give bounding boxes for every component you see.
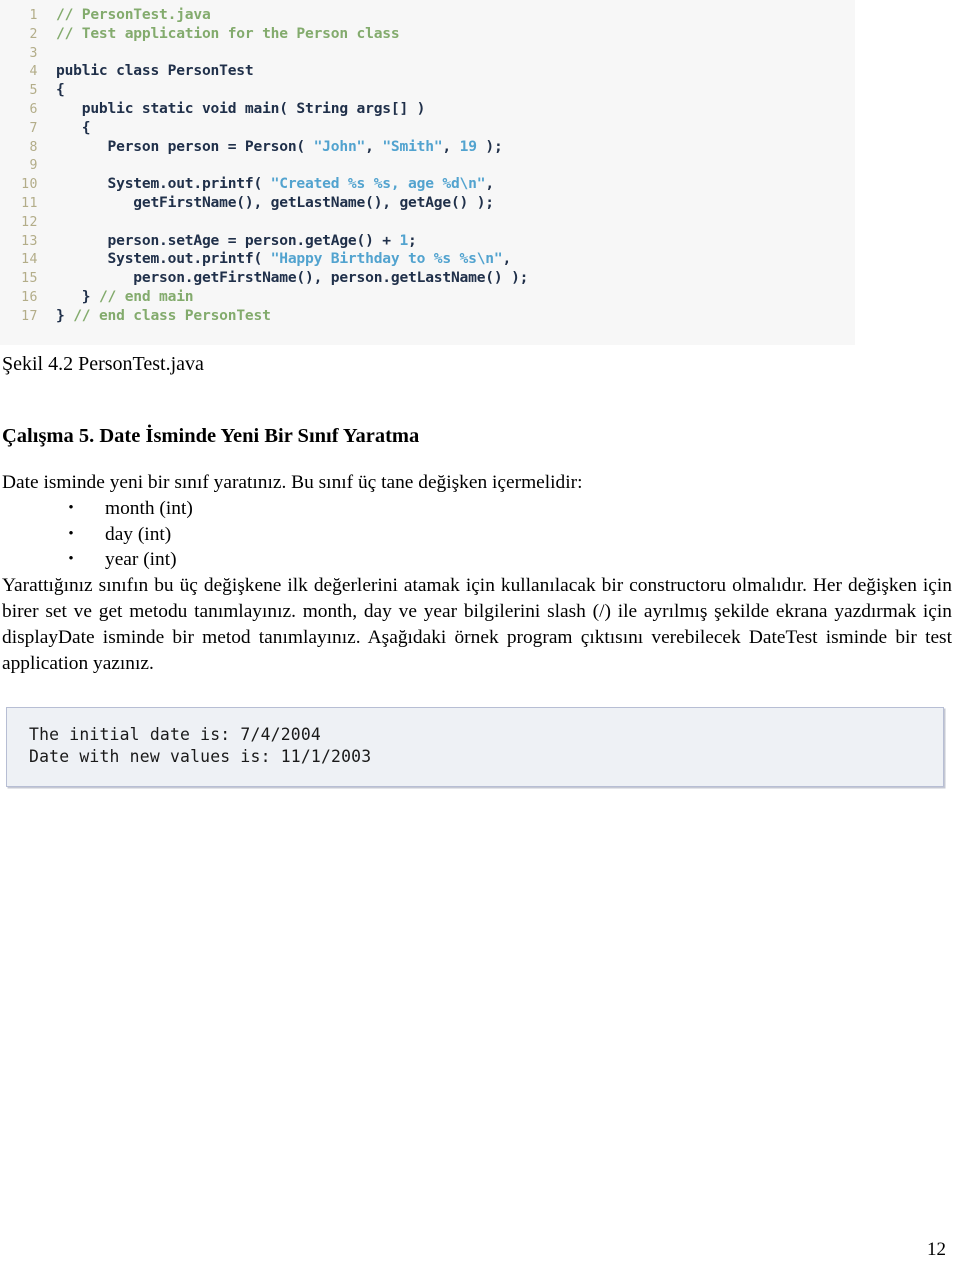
- code-line: 10 System.out.printf( "Created %s %s, ag…: [0, 175, 855, 194]
- code-line-text: } // end class PersonTest: [38, 307, 271, 326]
- code-line-text: System.out.printf( "Created %s %s, age %…: [38, 175, 495, 194]
- code-token: "John": [313, 137, 366, 155]
- program-output-line: The initial date is: 7/4/2004: [29, 725, 321, 744]
- code-token: // Test application for the Person class: [56, 24, 400, 42]
- code-line-text: // PersonTest.java: [38, 6, 211, 25]
- code-line: 6 public static void main( String args[]…: [0, 100, 855, 119]
- code-line-text: {: [38, 118, 91, 138]
- code-token: public static void main( String args[] ): [56, 99, 426, 117]
- code-token: // end main: [98, 287, 194, 305]
- code-line: 9: [0, 156, 855, 175]
- code-line-number: 10: [21, 177, 38, 193]
- code-line: 15 person.getFirstName(), person.getLast…: [0, 269, 855, 288]
- code-line-text: person.getFirstName(), person.getLastNam…: [38, 269, 528, 288]
- bullet-dot-icon: •: [68, 525, 74, 542]
- code-line-number: 13: [21, 233, 38, 249]
- code-line: 17} // end class PersonTest: [0, 307, 855, 326]
- list-item-label: day (int): [105, 523, 172, 545]
- code-token: System.out.printf(: [56, 250, 271, 268]
- code-token: 1: [399, 231, 409, 249]
- code-line-number: 17: [21, 308, 38, 324]
- code-line-number: 2: [29, 26, 38, 42]
- code-token: Person person = Person(: [56, 137, 314, 155]
- bullet-dot-icon: •: [68, 499, 74, 516]
- code-line: 11 getFirstName(), getLastName(), getAge…: [0, 194, 855, 213]
- code-token: {: [56, 118, 91, 136]
- code-token: }: [56, 306, 74, 324]
- code-line-number: 12: [21, 214, 38, 230]
- code-line-number: 5: [29, 83, 38, 99]
- code-line: 5{: [0, 81, 855, 100]
- code-token: person.setAge = person.getAge() +: [56, 231, 400, 249]
- code-line-text: person.setAge = person.getAge() + 1;: [38, 232, 417, 251]
- code-line-number: 9: [29, 158, 38, 174]
- code-line: 7 {: [0, 119, 855, 138]
- code-token: "Created %s %s, age %d\n": [270, 175, 486, 193]
- code-token: ,: [442, 137, 460, 155]
- intro-paragraph: Date isminde yeni bir sınıf yaratınız. B…: [2, 472, 583, 493]
- code-listing-figure: 1 // PersonTest.java 2 // Test application …: [0, 0, 855, 345]
- code-line-number: 7: [29, 120, 38, 136]
- code-token: 19: [459, 137, 477, 155]
- code-token: "Smith": [382, 137, 443, 155]
- code-line-text: public class PersonTest: [38, 62, 254, 81]
- code-line-number: 1: [29, 8, 38, 23]
- assignment-paragraph: Yarattığınız sınıfın bu üç değişkene ilk…: [2, 575, 952, 674]
- code-token: System.out.printf(: [56, 175, 271, 193]
- code-line-text: {: [38, 81, 65, 100]
- code-listing-lines: 1 // PersonTest.java 2 // Test application …: [0, 6, 855, 326]
- program-output-lines: The initial date is: 7/4/2004 Date with n…: [29, 724, 371, 768]
- code-token: );: [476, 137, 503, 155]
- code-line-number: 8: [29, 139, 38, 155]
- code-token: // PersonTest.java: [56, 6, 211, 23]
- code-line: 3: [0, 44, 855, 63]
- code-token: ,: [485, 175, 494, 193]
- list-item: • day (int): [2, 522, 952, 548]
- code-token: {: [56, 81, 65, 99]
- code-line: 12: [0, 213, 855, 232]
- program-output-figure: The initial date is: 7/4/2004 Date with n…: [6, 707, 944, 787]
- code-line-text: // Test application for the Person class: [38, 24, 400, 44]
- bullet-dot-icon: •: [68, 551, 74, 568]
- code-token: public class PersonTest: [56, 62, 254, 80]
- code-token: }: [56, 287, 99, 305]
- page-number: 12: [927, 1239, 946, 1260]
- code-token: "Happy Birthday to %s %s\n": [270, 250, 503, 268]
- code-line-number: 16: [21, 289, 38, 305]
- code-line: 1 // PersonTest.java: [0, 6, 855, 25]
- code-line: 13 person.setAge = person.getAge() + 1;: [0, 232, 855, 251]
- code-line-text: public static void main( String args[] ): [38, 99, 426, 119]
- code-line-number: 3: [29, 45, 38, 61]
- code-token: ;: [408, 231, 417, 249]
- code-token: person.getFirstName(), person.getLastNam…: [56, 269, 529, 287]
- code-token: ,: [502, 250, 512, 268]
- body-content: Date isminde yeni bir sınıf yaratınız. B…: [2, 470, 952, 676]
- code-line-number: 15: [21, 271, 38, 287]
- code-token: // end class PersonTest: [73, 306, 271, 324]
- code-line-text: System.out.printf( "Happy Birthday to %s…: [38, 250, 512, 269]
- code-line: 4 public class PersonTest: [0, 62, 855, 81]
- figure-caption: Şekil 4.2 PersonTest.java: [2, 353, 204, 375]
- code-token: ,: [365, 137, 383, 155]
- list-item: • year (int): [2, 547, 952, 573]
- code-line-text: } // end main: [38, 287, 194, 307]
- document-page: { "figure_code": { "name": "PersonTest.j…: [0, 0, 960, 1279]
- list-item-label: month (int): [105, 497, 193, 519]
- code-line-number: 14: [21, 252, 38, 268]
- list-item-label: year (int): [105, 549, 177, 571]
- code-line: 2 // Test application for the Person clas…: [0, 25, 855, 44]
- code-line: 8 Person person = Person( "John", "Smith…: [0, 138, 855, 157]
- code-line-text: getFirstName(), getLastName(), getAge() …: [38, 194, 494, 213]
- code-line: 14 System.out.printf( "Happy Birthday to…: [0, 250, 855, 269]
- code-token: getFirstName(), getLastName(), getAge() …: [56, 193, 494, 211]
- code-line-text: Person person = Person( "John", "Smith",…: [38, 138, 503, 157]
- code-line-number: 6: [29, 101, 38, 117]
- code-line-number: 4: [29, 64, 38, 80]
- list-item: • month (int): [2, 496, 952, 522]
- variable-bullet-list: • month (int) • day (int) • year (int): [2, 496, 952, 573]
- section-heading: Çalışma 5. Date İsminde Yeni Bir Sınıf Y…: [2, 425, 420, 447]
- program-output-line: Date with new values is: 11/1/2003: [29, 747, 372, 766]
- code-line-number: 11: [21, 195, 38, 211]
- code-line: 16 } // end main: [0, 288, 855, 307]
